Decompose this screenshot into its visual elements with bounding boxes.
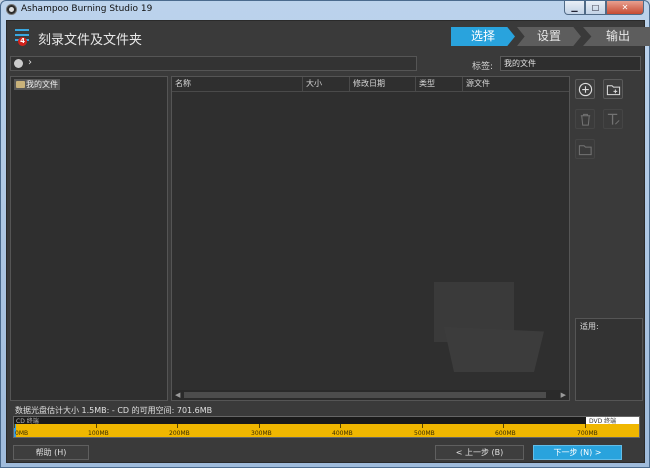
capacity-tick xyxy=(96,424,97,428)
page-header: 4 刻录文件及文件夹 选择 设置 输出 xyxy=(7,21,650,53)
capacity-tick-label: 500MB xyxy=(414,430,435,437)
step-output[interactable]: 输出 xyxy=(583,27,650,46)
scroll-right-icon[interactable]: ▶ xyxy=(561,390,566,400)
folder-add-icon xyxy=(606,85,621,96)
step-select[interactable]: 选择 xyxy=(451,27,515,46)
file-list[interactable]: 名称 大小 修改日期 类型 源文件 ◀ ▶ xyxy=(171,76,570,401)
capacity-tick xyxy=(259,424,260,428)
close-button[interactable]: ✕ xyxy=(606,1,644,15)
path-breadcrumb[interactable]: › xyxy=(10,56,417,71)
disc-icon xyxy=(14,59,23,68)
usage-label: 适用: xyxy=(580,322,599,331)
tree-item-label: 我的文件 xyxy=(26,80,58,89)
next-button[interactable]: 下一步 (N) > xyxy=(533,445,622,460)
capacity-tick-label: 0MB xyxy=(15,430,29,437)
maximize-button[interactable]: □ xyxy=(585,1,606,15)
horizontal-scrollbar[interactable]: ◀ ▶ xyxy=(172,390,569,400)
add-folder-button[interactable] xyxy=(603,79,623,99)
column-modified[interactable]: 修改日期 xyxy=(349,77,415,92)
window-title: Ashampoo Burning Studio 19 xyxy=(21,4,153,14)
column-type[interactable]: 类型 xyxy=(415,77,462,92)
client-area: 4 刻录文件及文件夹 选择 设置 输出 › 标签: 我的文件 名称 大小 修 xyxy=(6,20,650,463)
column-name[interactable]: 名称 xyxy=(172,77,302,92)
wizard-steps: 选择 设置 输出 xyxy=(451,27,650,46)
usage-panel: 适用: xyxy=(575,318,643,401)
chevron-right-icon[interactable]: › xyxy=(28,57,32,68)
capacity-tick xyxy=(14,424,15,428)
column-source[interactable]: 源文件 xyxy=(462,77,569,92)
disc-label-caption: 标签: xyxy=(472,62,494,72)
back-button[interactable]: < 上一步 (B) xyxy=(435,445,524,460)
rename-button[interactable] xyxy=(603,109,623,129)
capacity-tick xyxy=(585,424,586,428)
scroll-thumb[interactable] xyxy=(184,392,546,398)
delete-button[interactable] xyxy=(575,109,595,129)
capacity-tick xyxy=(503,424,504,428)
capacity-tick xyxy=(422,424,423,428)
empty-folder-watermark-icon xyxy=(434,282,544,372)
capacity-tick-label: 200MB xyxy=(169,430,190,437)
text-edit-icon xyxy=(607,113,620,125)
file-list-header: 名称 大小 修改日期 类型 源文件 xyxy=(172,77,569,92)
capacity-tick xyxy=(340,424,341,428)
notification-badge: 4 xyxy=(18,37,27,46)
capacity-tick-label: 600MB xyxy=(495,430,516,437)
add-file-button[interactable] xyxy=(575,79,595,99)
scroll-left-icon[interactable]: ◀ xyxy=(175,390,180,400)
minimize-button[interactable]: ▁ xyxy=(564,1,585,15)
capacity-bar: CD 终端 DVD 终端 0MB 100MB 200MB 300MB 400MB 500M… xyxy=(13,416,640,438)
folder-icon xyxy=(16,81,25,88)
folder-tree[interactable]: 我的文件 xyxy=(10,76,168,401)
capacity-tick-label: 300MB xyxy=(251,430,272,437)
capacity-tick xyxy=(177,424,178,428)
capacity-tick-label: 700MB xyxy=(577,430,598,437)
open-folder-button[interactable] xyxy=(575,139,595,159)
capacity-tick-label: 400MB xyxy=(332,430,353,437)
app-logo-icon xyxy=(6,4,17,15)
plus-circle-icon xyxy=(578,82,593,97)
help-button[interactable]: 帮助 (H) xyxy=(13,445,89,460)
capacity-tick-label: 100MB xyxy=(88,430,109,437)
page-title: 刻录文件及文件夹 xyxy=(38,33,143,48)
column-size[interactable]: 大小 xyxy=(302,77,349,92)
step-settings[interactable]: 设置 xyxy=(517,27,581,46)
disc-label-input[interactable] xyxy=(500,56,641,71)
app-window: Ashampoo Burning Studio 19 ▁ □ ✕ 4 刻录文件及… xyxy=(0,0,650,468)
folder-open-icon xyxy=(578,145,592,156)
title-bar: Ashampoo Burning Studio 19 ▁ □ ✕ xyxy=(1,1,649,18)
capacity-summary: 数据光盘估计大小 1.5MB: - CD 的可用空间: 701.6MB xyxy=(15,406,213,415)
trash-icon xyxy=(580,113,591,126)
tree-item-my-files[interactable]: 我的文件 xyxy=(14,79,60,90)
